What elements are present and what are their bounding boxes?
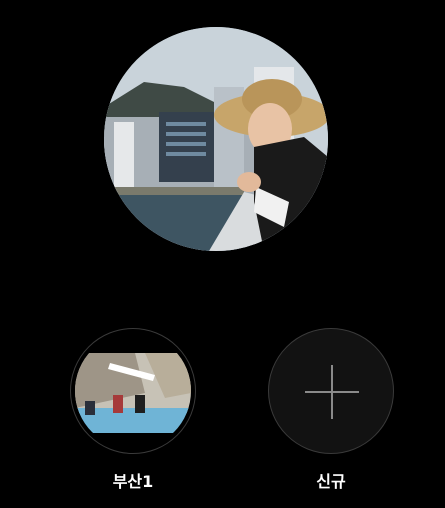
new-highlight-label: 신규 <box>316 472 346 491</box>
plus-icon <box>305 365 359 419</box>
highlight-busan1-thumbnail <box>75 333 191 449</box>
highlight-busan1[interactable] <box>70 328 196 454</box>
profile-photo-image <box>104 27 328 251</box>
new-highlight-button[interactable] <box>268 328 394 454</box>
highlight-busan1-label: 부산1 <box>112 472 154 491</box>
highlight-busan1-image <box>75 333 191 449</box>
profile-photo[interactable] <box>104 27 328 251</box>
